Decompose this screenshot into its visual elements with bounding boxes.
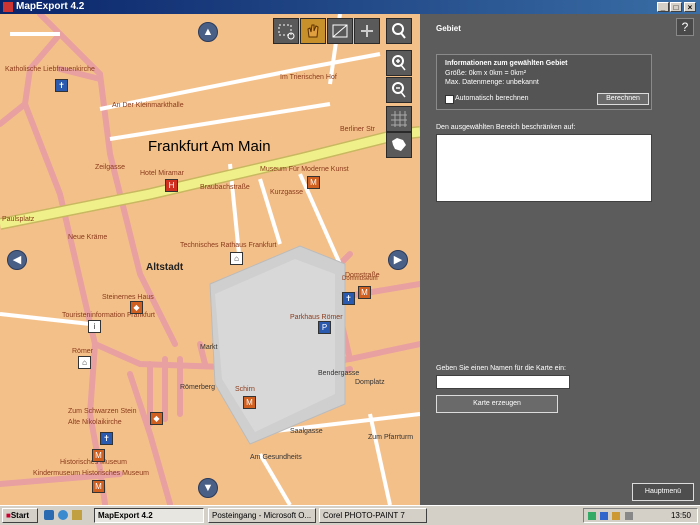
map-name-input[interactable] <box>436 375 570 389</box>
calculate-button[interactable]: Berechnen <box>597 93 649 105</box>
system-tray: 13:50 <box>583 508 698 523</box>
title-bar: MapExport 4.2 _ □ × <box>0 0 700 14</box>
schirn-poi-icon[interactable]: M <box>243 396 256 409</box>
townhall-poi-icon[interactable]: ⌂ <box>230 252 243 265</box>
street-label: Im Trierischen Hof <box>280 74 337 81</box>
street-label: Alte Nikolaikirche <box>68 419 122 426</box>
hotel-poi-icon[interactable]: H <box>165 179 178 192</box>
crop-icon[interactable] <box>327 18 353 44</box>
task-corel[interactable]: Corel PHOTO-PAINT 7 <box>319 508 427 523</box>
settings-panel: Gebiet ? Informationen zum gewählten Geb… <box>420 14 700 505</box>
tray-icon[interactable] <box>588 512 596 520</box>
street-label: Schirn <box>235 386 255 393</box>
maximize-button[interactable]: □ <box>670 2 682 12</box>
pan-down-arrow-icon[interactable]: ▼ <box>198 478 218 498</box>
info-title: Informationen zum gewählten Gebiet <box>445 60 568 67</box>
district-label: Altstadt <box>146 262 184 273</box>
help-button[interactable]: ? <box>676 18 694 36</box>
street-label: Am Gesundheits <box>250 454 302 461</box>
street-label: Neue Kräme <box>68 234 108 241</box>
street-label: Kindermuseum Historisches Museum <box>33 470 149 477</box>
ie-quicklaunch-icon[interactable] <box>58 510 68 520</box>
app-icon <box>3 2 13 12</box>
desktop-quicklaunch-icon[interactable] <box>44 510 54 520</box>
street-label: Steinernes Haus <box>102 294 154 301</box>
street-label: Bendergasse <box>318 370 360 377</box>
restrict-listbox[interactable] <box>436 134 652 202</box>
pan-up-arrow-icon[interactable]: ▲ <box>198 22 218 42</box>
street-label: Zum Schwarzen Stein <box>68 408 137 415</box>
pan-left-arrow-icon[interactable]: ◀ <box>7 250 27 270</box>
section-title: Gebiet <box>436 24 461 33</box>
street-label: Paulsplatz <box>2 216 35 223</box>
street-label: Dommuseum <box>342 276 378 282</box>
map-view[interactable]: Katholische Liebfrauenkirche An Der Klei… <box>0 14 420 505</box>
select-area-icon[interactable] <box>273 18 299 44</box>
street-label: Saalgasse <box>290 428 323 435</box>
street-label: Römerberg <box>180 384 216 391</box>
street-label: Technisches Rathaus Frankfurt <box>180 242 277 249</box>
europe-map-icon[interactable] <box>386 132 412 158</box>
street-label: Kurzgasse <box>270 189 304 196</box>
magnifier-icon[interactable] <box>386 18 412 44</box>
taskbar: ■Start MapExport 4.2 Posteingang - Micro… <box>0 505 700 525</box>
info-box: Informationen zum gewählten Gebiet Größe… <box>436 54 652 110</box>
auto-calc-checkbox[interactable] <box>445 95 454 104</box>
street-label: Römer <box>72 348 94 355</box>
start-button[interactable]: ■Start <box>2 508 38 523</box>
task-outlook[interactable]: Posteingang - Microsoft O... <box>208 508 316 523</box>
task-mapexport[interactable]: MapExport 4.2 <box>94 508 204 523</box>
window-title: MapExport 4.2 <box>16 1 85 12</box>
city-label: Frankfurt Am Main <box>148 138 271 155</box>
minimize-button[interactable]: _ <box>657 2 669 12</box>
close-button[interactable]: × <box>684 2 696 12</box>
volume-icon[interactable] <box>624 512 633 520</box>
street-label: Markt <box>200 344 218 351</box>
info-poi-icon[interactable]: i <box>88 320 101 333</box>
street-label: Berliner Str <box>340 126 376 133</box>
hist-museum-poi-icon[interactable]: M <box>92 449 105 462</box>
clock[interactable]: 13:50 <box>671 509 691 522</box>
start-label: Start <box>10 511 30 520</box>
zoom-in-icon[interactable] <box>386 50 412 76</box>
stone-house-poi-icon[interactable]: ◆ <box>150 412 163 425</box>
pan-right-arrow-icon[interactable]: ▶ <box>388 250 408 270</box>
street-label: Museum Für Moderne Kunst <box>260 166 349 173</box>
nikolaikirche-poi-icon[interactable]: ✝ <box>100 432 113 445</box>
cathedral-poi-icon[interactable]: ✝ <box>342 292 355 305</box>
grid-icon[interactable] <box>386 106 412 132</box>
tray-icon[interactable] <box>600 512 609 520</box>
parking-poi-icon[interactable]: P <box>318 321 331 334</box>
street-label: Domplatz <box>355 379 385 386</box>
roemer-poi-icon[interactable]: ⌂ <box>78 356 91 369</box>
name-label: Geben Sie einen Namen für die Karte ein: <box>436 365 566 372</box>
dommuseum-poi-icon[interactable]: M <box>358 286 371 299</box>
street-label: An Der Kleinmarkthalle <box>112 102 184 109</box>
street-label: Braubachstraße <box>200 184 250 191</box>
church-poi-icon[interactable]: ✝ <box>55 79 68 92</box>
hand-pan-icon[interactable] <box>300 18 326 44</box>
street-label: Parkhaus Römer <box>290 314 343 321</box>
size-text: Größe: 0km x 0km = 0km² <box>445 70 527 77</box>
arrows-icon[interactable] <box>354 18 380 44</box>
landmark-poi-icon[interactable]: ◆ <box>130 301 143 314</box>
main-menu-button[interactable]: Hauptmenü <box>632 483 694 501</box>
kindermuseum-poi-icon[interactable]: M <box>92 480 105 493</box>
auto-calc-label: Automatisch berechnen <box>455 95 529 102</box>
create-map-button[interactable]: Karte erzeugen <box>436 395 558 413</box>
street-label: Hotel Miramar <box>140 170 184 177</box>
restrict-label: Den ausgewählten Bereich beschränken auf… <box>436 124 576 131</box>
zoom-out-icon[interactable] <box>386 77 412 103</box>
max-data-text: Max. Datenmenge: unbekannt <box>445 79 539 86</box>
tray-icon[interactable] <box>612 512 621 520</box>
street-label: Katholische Liebfrauenkirche <box>5 66 95 73</box>
museum-poi-icon[interactable]: M <box>307 176 320 189</box>
street-label: Zum Pfarrturm <box>368 434 414 441</box>
street-label: Zeilgasse <box>95 164 125 171</box>
outlook-quicklaunch-icon[interactable] <box>72 510 82 520</box>
